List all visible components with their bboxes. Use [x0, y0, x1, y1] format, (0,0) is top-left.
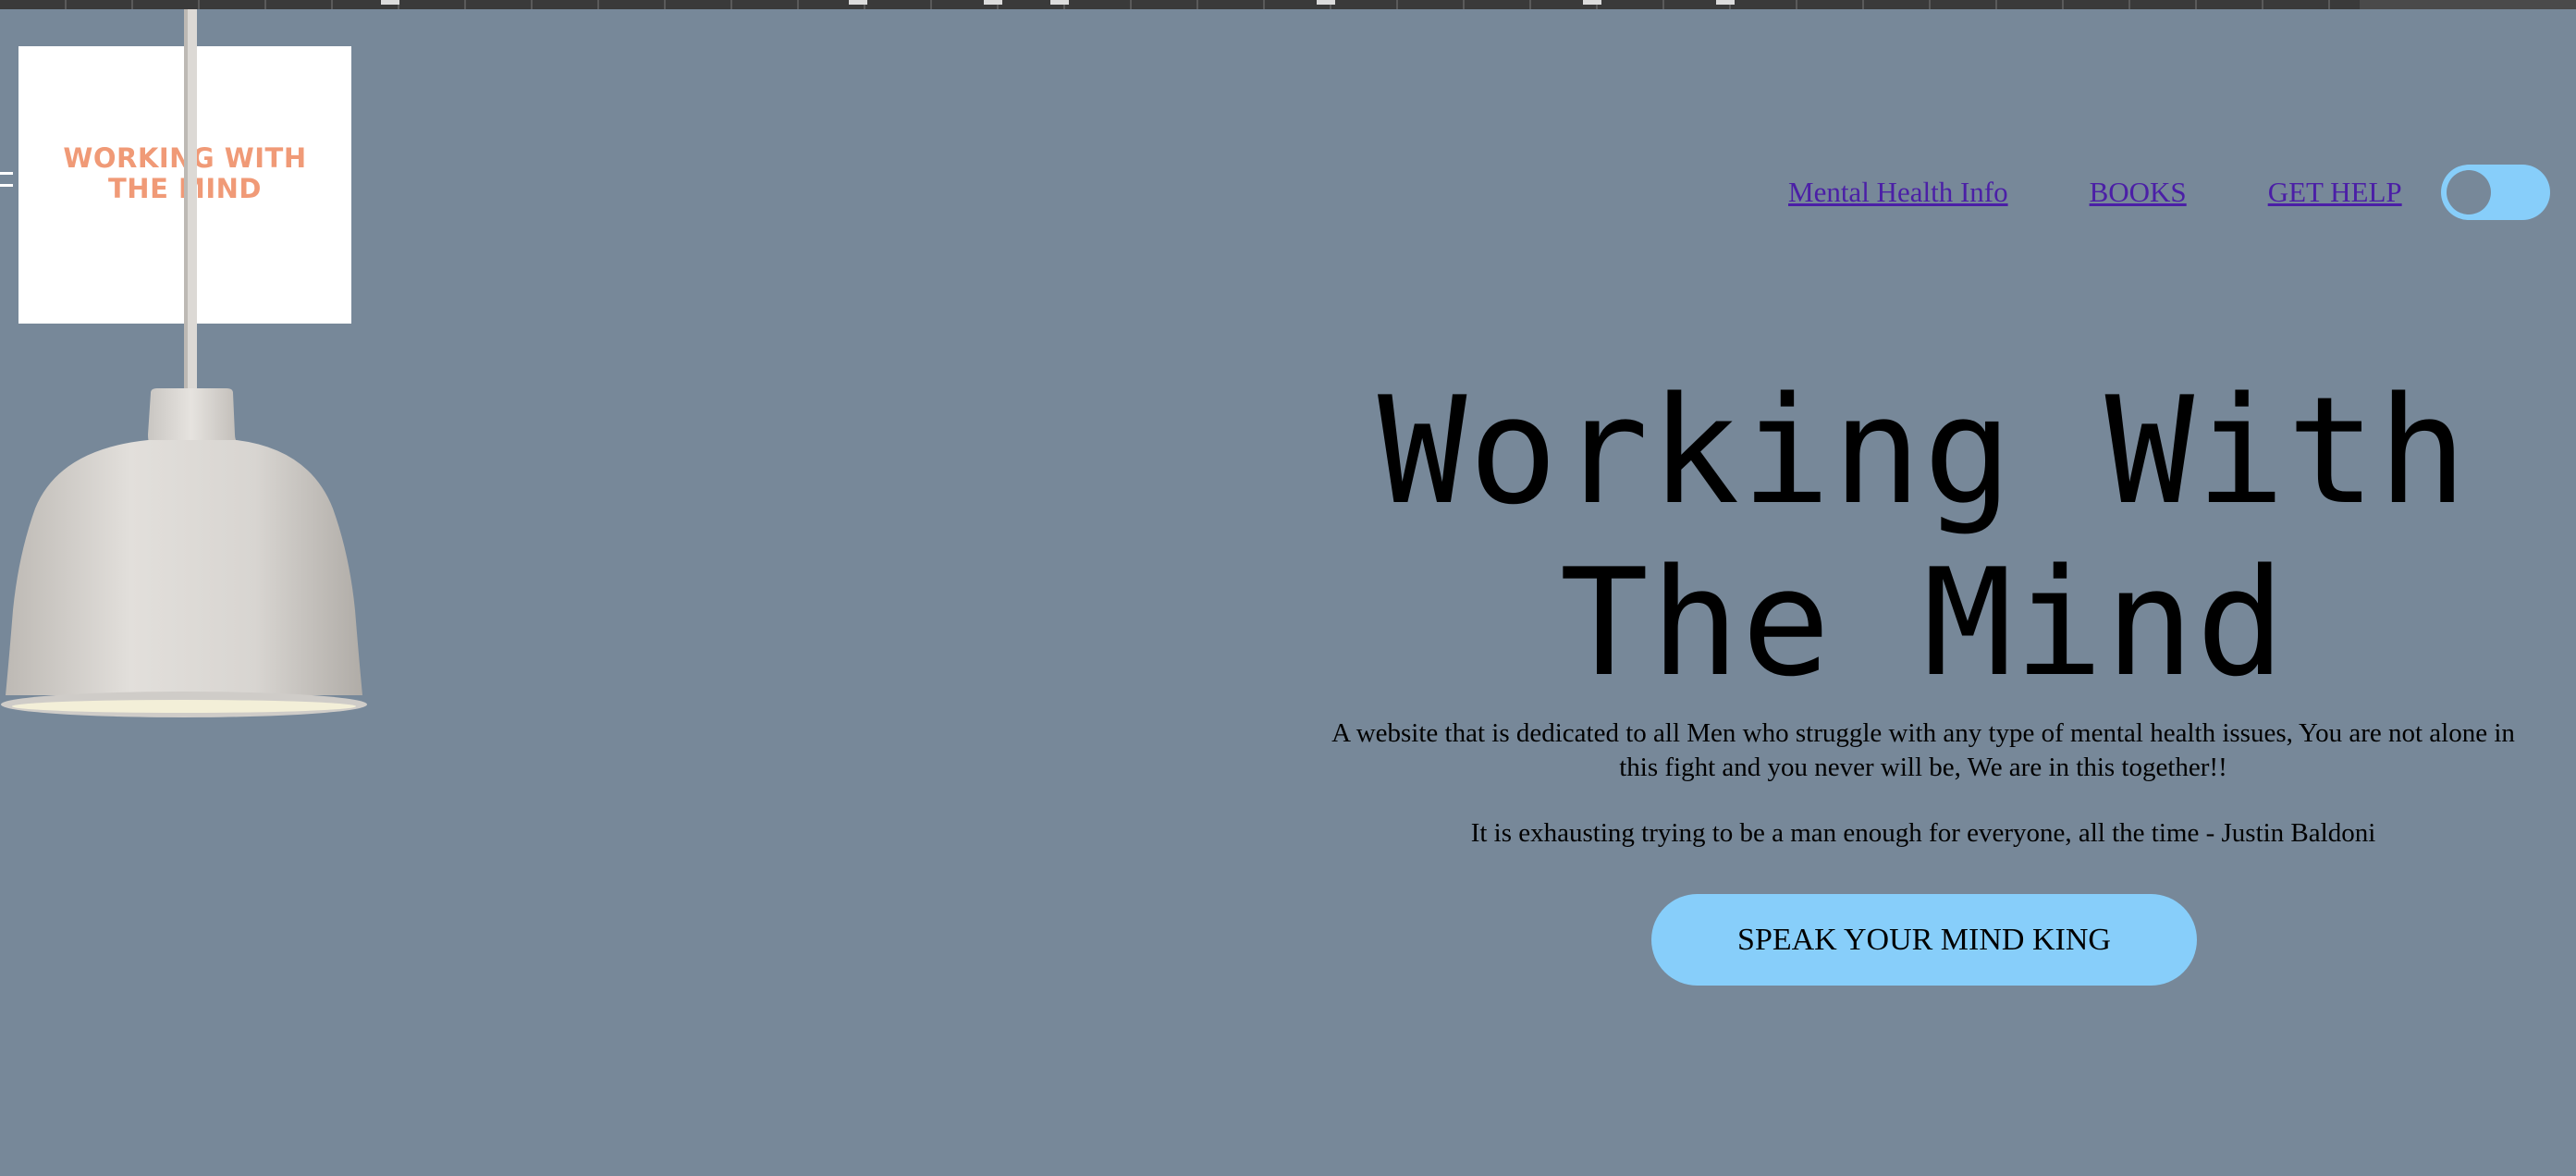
- hero-title-line-2: The Mind: [1559, 536, 2288, 709]
- toggle-switch-icon[interactable]: [2440, 165, 2550, 220]
- nav-link-mental-health-info[interactable]: Mental Health Info: [1788, 176, 2008, 209]
- hero-description-line-1: A website that is dedicated to all Men w…: [1331, 718, 2515, 748]
- strip-notch: [1583, 0, 1601, 5]
- hero-title: Working With The Mind: [1257, 365, 2576, 709]
- toggle-knob: [2446, 170, 2491, 214]
- hero-title-line-1: Working With: [1378, 364, 2469, 537]
- strip-notch: [984, 0, 1002, 5]
- pendant-lamp-icon: [1, 9, 367, 717]
- nav-link-get-help[interactable]: GET HELP: [2268, 176, 2402, 209]
- strip-notch: [1317, 0, 1335, 5]
- strip-notch: [849, 0, 867, 5]
- hero-quote: It is exhausting trying to be a man enou…: [1470, 818, 2376, 848]
- top-strip-end: [2360, 0, 2576, 9]
- hero-description-line-2: this fight and you never will be, We are…: [1619, 753, 2227, 782]
- strip-notch: [381, 0, 399, 5]
- hero-section: Working With The Mind A website that is …: [1257, 365, 2576, 851]
- strip-notch: [1050, 0, 1069, 5]
- nav-link-books[interactable]: BOOKS: [2090, 176, 2187, 209]
- main-nav: Mental Health Info BOOKS GET HELP: [1788, 165, 2550, 220]
- top-strip: [0, 0, 2576, 9]
- strip-notch: [1716, 0, 1735, 5]
- speak-your-mind-button[interactable]: SPEAK YOUR MIND KING: [1651, 894, 2197, 986]
